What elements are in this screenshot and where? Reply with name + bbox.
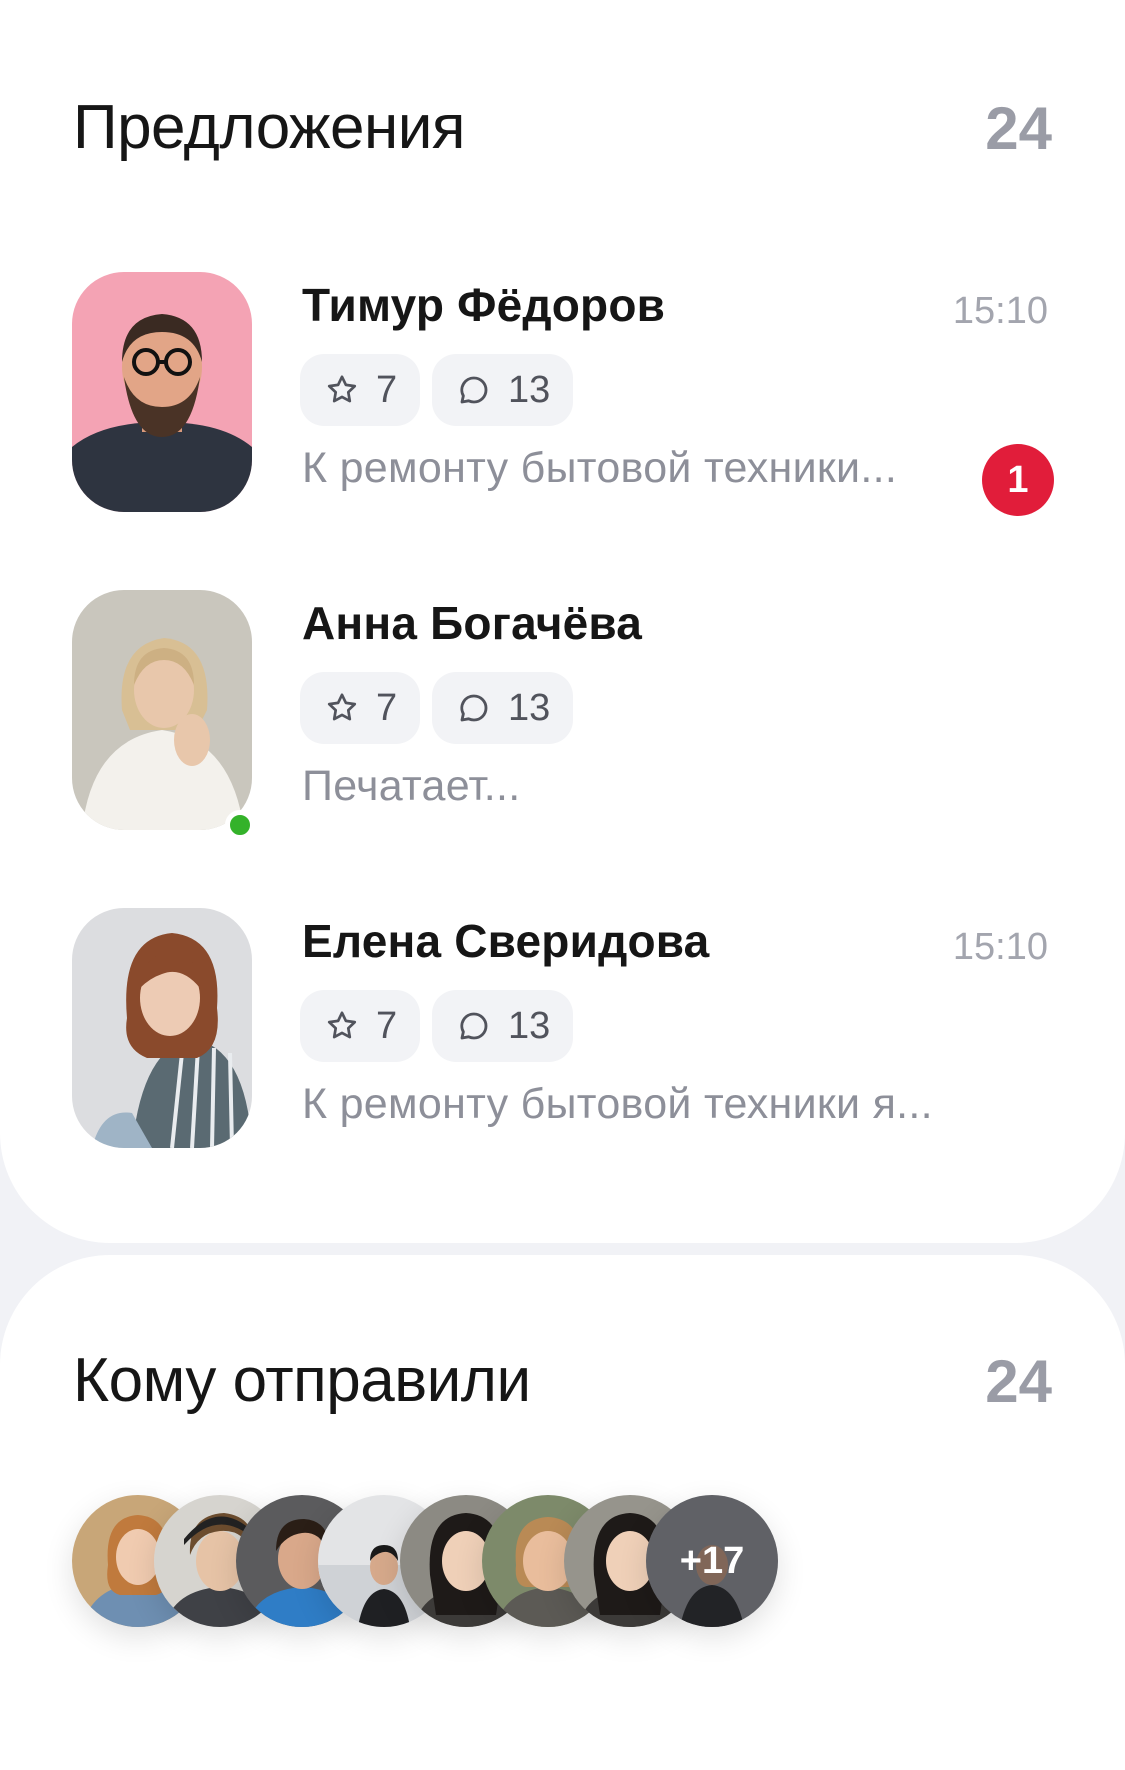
chat-bubble-icon bbox=[456, 690, 492, 726]
message-preview: К ремонту бытовой техники... bbox=[302, 444, 898, 492]
rating-value: 7 bbox=[376, 686, 398, 729]
star-outline-icon bbox=[324, 372, 360, 408]
comments-chip: 13 bbox=[432, 672, 573, 744]
rating-value: 7 bbox=[376, 368, 398, 411]
star-outline-icon bbox=[324, 690, 360, 726]
comments-chip: 13 bbox=[432, 354, 573, 426]
sent-count: 24 bbox=[985, 1348, 1052, 1415]
rating-value: 7 bbox=[376, 1004, 398, 1047]
rating-chip: 7 bbox=[300, 672, 420, 744]
avatar bbox=[72, 272, 252, 512]
message-time: 15:10 bbox=[952, 926, 1048, 968]
online-indicator bbox=[225, 810, 255, 840]
message-preview: Печатает... bbox=[302, 762, 521, 810]
more-recipients-count: +17 bbox=[646, 1495, 778, 1627]
more-recipients-button[interactable]: +17 bbox=[646, 1495, 778, 1627]
star-outline-icon bbox=[324, 1008, 360, 1044]
chat-bubble-icon bbox=[456, 1008, 492, 1044]
contact-name: Елена Сверидова bbox=[302, 915, 710, 967]
comments-chip: 13 bbox=[432, 990, 573, 1062]
message-preview: К ремонту бытовой техники я... bbox=[302, 1080, 933, 1128]
offers-title: Предложения bbox=[73, 93, 465, 162]
offer-row[interactable]: Елена Сверидова 15:10 7 13 К ремонту быт… bbox=[0, 908, 1125, 1148]
unread-badge: 1 bbox=[982, 444, 1054, 516]
contact-name: Анна Богачёва bbox=[302, 597, 643, 649]
offers-count: 24 bbox=[985, 95, 1052, 162]
chat-bubble-icon bbox=[456, 372, 492, 408]
comments-value: 13 bbox=[508, 368, 551, 411]
contact-name: Тимур Фёдоров bbox=[302, 279, 666, 331]
offer-row[interactable]: Анна Богачёва 7 13 Печатает... bbox=[0, 590, 1125, 840]
comments-value: 13 bbox=[508, 1004, 551, 1047]
message-time: 15:10 bbox=[952, 290, 1048, 332]
comments-value: 13 bbox=[508, 686, 551, 729]
avatar bbox=[72, 590, 252, 830]
recipient-avatar-stack[interactable]: +17 bbox=[72, 1495, 792, 1627]
sent-title: Кому отправили bbox=[73, 1346, 531, 1415]
avatar bbox=[72, 908, 252, 1148]
offers-card: Предложения 24 Тимур Фёдоров 15:10 7 13 … bbox=[0, 0, 1125, 1243]
rating-chip: 7 bbox=[300, 990, 420, 1062]
offer-row[interactable]: Тимур Фёдоров 15:10 7 13 К ремонту бытов… bbox=[0, 272, 1125, 516]
rating-chip: 7 bbox=[300, 354, 420, 426]
